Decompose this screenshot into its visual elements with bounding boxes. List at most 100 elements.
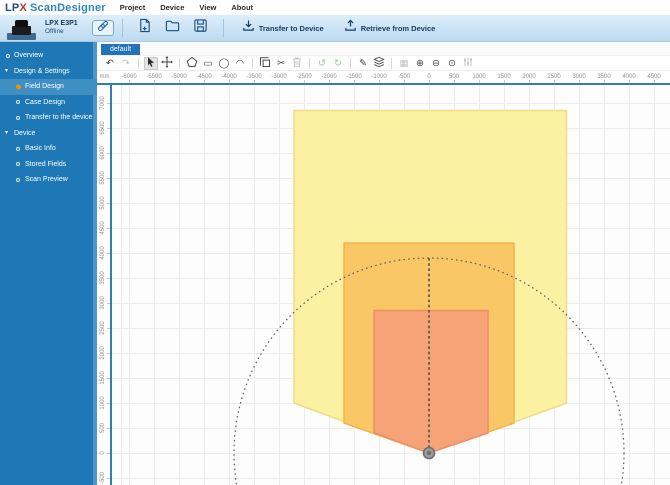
chevron-down-icon: ▾ <box>5 130 8 136</box>
v-ruler-tick <box>107 128 110 129</box>
h-ruler-label: 500 <box>449 74 459 80</box>
tab-bar: default <box>97 42 670 55</box>
undo-button[interactable]: ↶ <box>103 57 117 70</box>
h-ruler-label: 0 <box>427 74 430 80</box>
field-design-canvas[interactable] <box>112 85 670 485</box>
h-ruler-tick <box>429 80 430 83</box>
cut-button[interactable]: ✂ <box>274 57 288 70</box>
h-ruler-label: 1500 <box>497 74 510 80</box>
sidebar-item-label: Scan Preview <box>25 176 68 183</box>
toolbar-separator <box>350 58 351 69</box>
h-ruler-label: 4500 <box>647 74 660 80</box>
menu-item-project[interactable]: Project <box>120 3 145 12</box>
zoom-out-button[interactable]: ⊖ <box>429 57 443 70</box>
menu-bar: LPX ScanDesigner ProjectDeviceViewAbout <box>0 0 670 15</box>
circle-bullet-icon <box>16 116 20 120</box>
h-ruler-tick <box>579 80 580 83</box>
h-ruler-label: -6000 <box>121 74 136 80</box>
open-folder-icon <box>165 18 180 38</box>
h-ruler-label: -1500 <box>346 74 361 80</box>
h-ruler-tick <box>554 80 555 83</box>
device-thumbnail <box>5 17 39 40</box>
sidebar-item-overview[interactable]: Overview <box>0 48 97 64</box>
open-project-button[interactable] <box>161 18 185 38</box>
save-project-button[interactable] <box>189 18 213 38</box>
tab-default[interactable]: default <box>101 44 140 55</box>
sidebar-item-design-settings[interactable]: ▾Design & Settings <box>0 64 97 80</box>
h-ruler-tick <box>379 80 380 83</box>
sidebar-item-device[interactable]: ▾ Device <box>0 126 97 142</box>
edit-points-button[interactable]: ✎ <box>356 57 370 70</box>
v-ruler-tick <box>107 253 110 254</box>
arc-tool-button[interactable]: ◠ <box>233 57 247 70</box>
v-ruler-tick <box>107 378 110 379</box>
transfer-label: Transfer to Device <box>259 24 324 33</box>
new-project-button[interactable] <box>133 18 157 38</box>
h-ruler-label: -1000 <box>371 74 386 80</box>
sidebar-item-label: Device <box>14 130 35 137</box>
h-ruler-label: -5000 <box>171 74 186 80</box>
v-ruler-tick <box>107 228 110 229</box>
menu-item-about[interactable]: About <box>231 3 253 12</box>
connect-button[interactable] <box>92 20 114 36</box>
chevron-down-icon: ▾ <box>5 68 8 74</box>
h-ruler-tick <box>529 80 530 83</box>
rectangle-tool-button[interactable]: ▭ <box>201 57 215 70</box>
toolbar-separator <box>252 58 253 69</box>
toolbar-separator <box>309 58 310 69</box>
sidebar-item-scan-preview[interactable]: Scan Preview <box>0 172 97 188</box>
h-ruler-label: -500 <box>398 74 410 80</box>
h-ruler-tick <box>629 80 630 83</box>
h-ruler-label: 3500 <box>597 74 610 80</box>
sidebar-item-case-design[interactable]: Case Design <box>0 95 97 111</box>
redo-button: ↷ <box>119 57 133 70</box>
circle-bullet-icon <box>16 178 20 182</box>
menu-item-view[interactable]: View <box>199 3 216 12</box>
v-ruler-tick <box>107 478 110 479</box>
rotate-right-button[interactable]: ↻ <box>331 57 345 70</box>
v-ruler-label: 4000 <box>100 246 106 259</box>
h-ruler-tick <box>354 80 355 83</box>
layers-button[interactable] <box>372 57 386 70</box>
new-file-icon <box>137 18 152 38</box>
h-ruler-label: 2000 <box>522 74 535 80</box>
polygon-tool-button[interactable] <box>185 57 199 70</box>
sidebar-item-label: Case Design <box>25 99 65 106</box>
sidebar-item-basic-info[interactable]: Basic Info <box>0 141 97 157</box>
h-ruler-tick <box>129 80 130 83</box>
v-ruler-label: -500 <box>100 472 106 484</box>
toolbar-separator <box>391 58 392 69</box>
menu-item-device[interactable]: Device <box>160 3 184 12</box>
transfer-to-device-button[interactable]: Transfer to Device <box>242 19 324 37</box>
horizontal-ruler: -6500-6000-5500-5000-4500-4000-3500-3000… <box>112 71 670 83</box>
v-ruler-label: 1000 <box>100 396 106 409</box>
trash-icon <box>291 56 303 71</box>
sidebar-item-field-design[interactable]: Field Design <box>0 79 97 95</box>
v-ruler-label: 4500 <box>100 221 106 234</box>
v-ruler-tick <box>107 353 110 354</box>
v-ruler-tick <box>107 453 110 454</box>
zoom-fit-button[interactable]: ⊙ <box>445 57 459 70</box>
vertical-ruler: 7500700065006000550050004500400035003000… <box>97 85 112 485</box>
copy-button[interactable] <box>258 57 272 70</box>
sidebar-item-transfer-to-the-device[interactable]: Transfer to the device <box>0 110 97 126</box>
select-tool-button[interactable] <box>144 57 158 70</box>
v-ruler-tick <box>107 303 110 304</box>
zoom-in-button[interactable]: ⊕ <box>413 57 427 70</box>
move-tool-button[interactable] <box>160 57 174 70</box>
h-ruler-tick <box>329 80 330 83</box>
danger-field[interactable] <box>374 311 488 454</box>
sidebar-item-stored-fields[interactable]: Stored Fields <box>0 157 97 173</box>
h-ruler-tick <box>154 80 155 83</box>
rotate-left-button[interactable]: ↺ <box>315 57 329 70</box>
menu-items: Project Device View About <box>120 3 253 12</box>
circle-tool-button[interactable]: ◯ <box>217 57 231 70</box>
h-ruler-label: 4000 <box>622 74 635 80</box>
h-ruler-label: -5500 <box>146 74 161 80</box>
v-ruler-tick <box>107 103 110 104</box>
h-ruler-label: -2500 <box>296 74 311 80</box>
retrieve-from-device-button[interactable]: Retrieve from Device <box>344 19 436 37</box>
circle-bullet-icon <box>16 162 20 166</box>
canvas-row: 7500700065006000550050004500400035003000… <box>97 85 670 485</box>
v-ruler-tick <box>107 403 110 404</box>
